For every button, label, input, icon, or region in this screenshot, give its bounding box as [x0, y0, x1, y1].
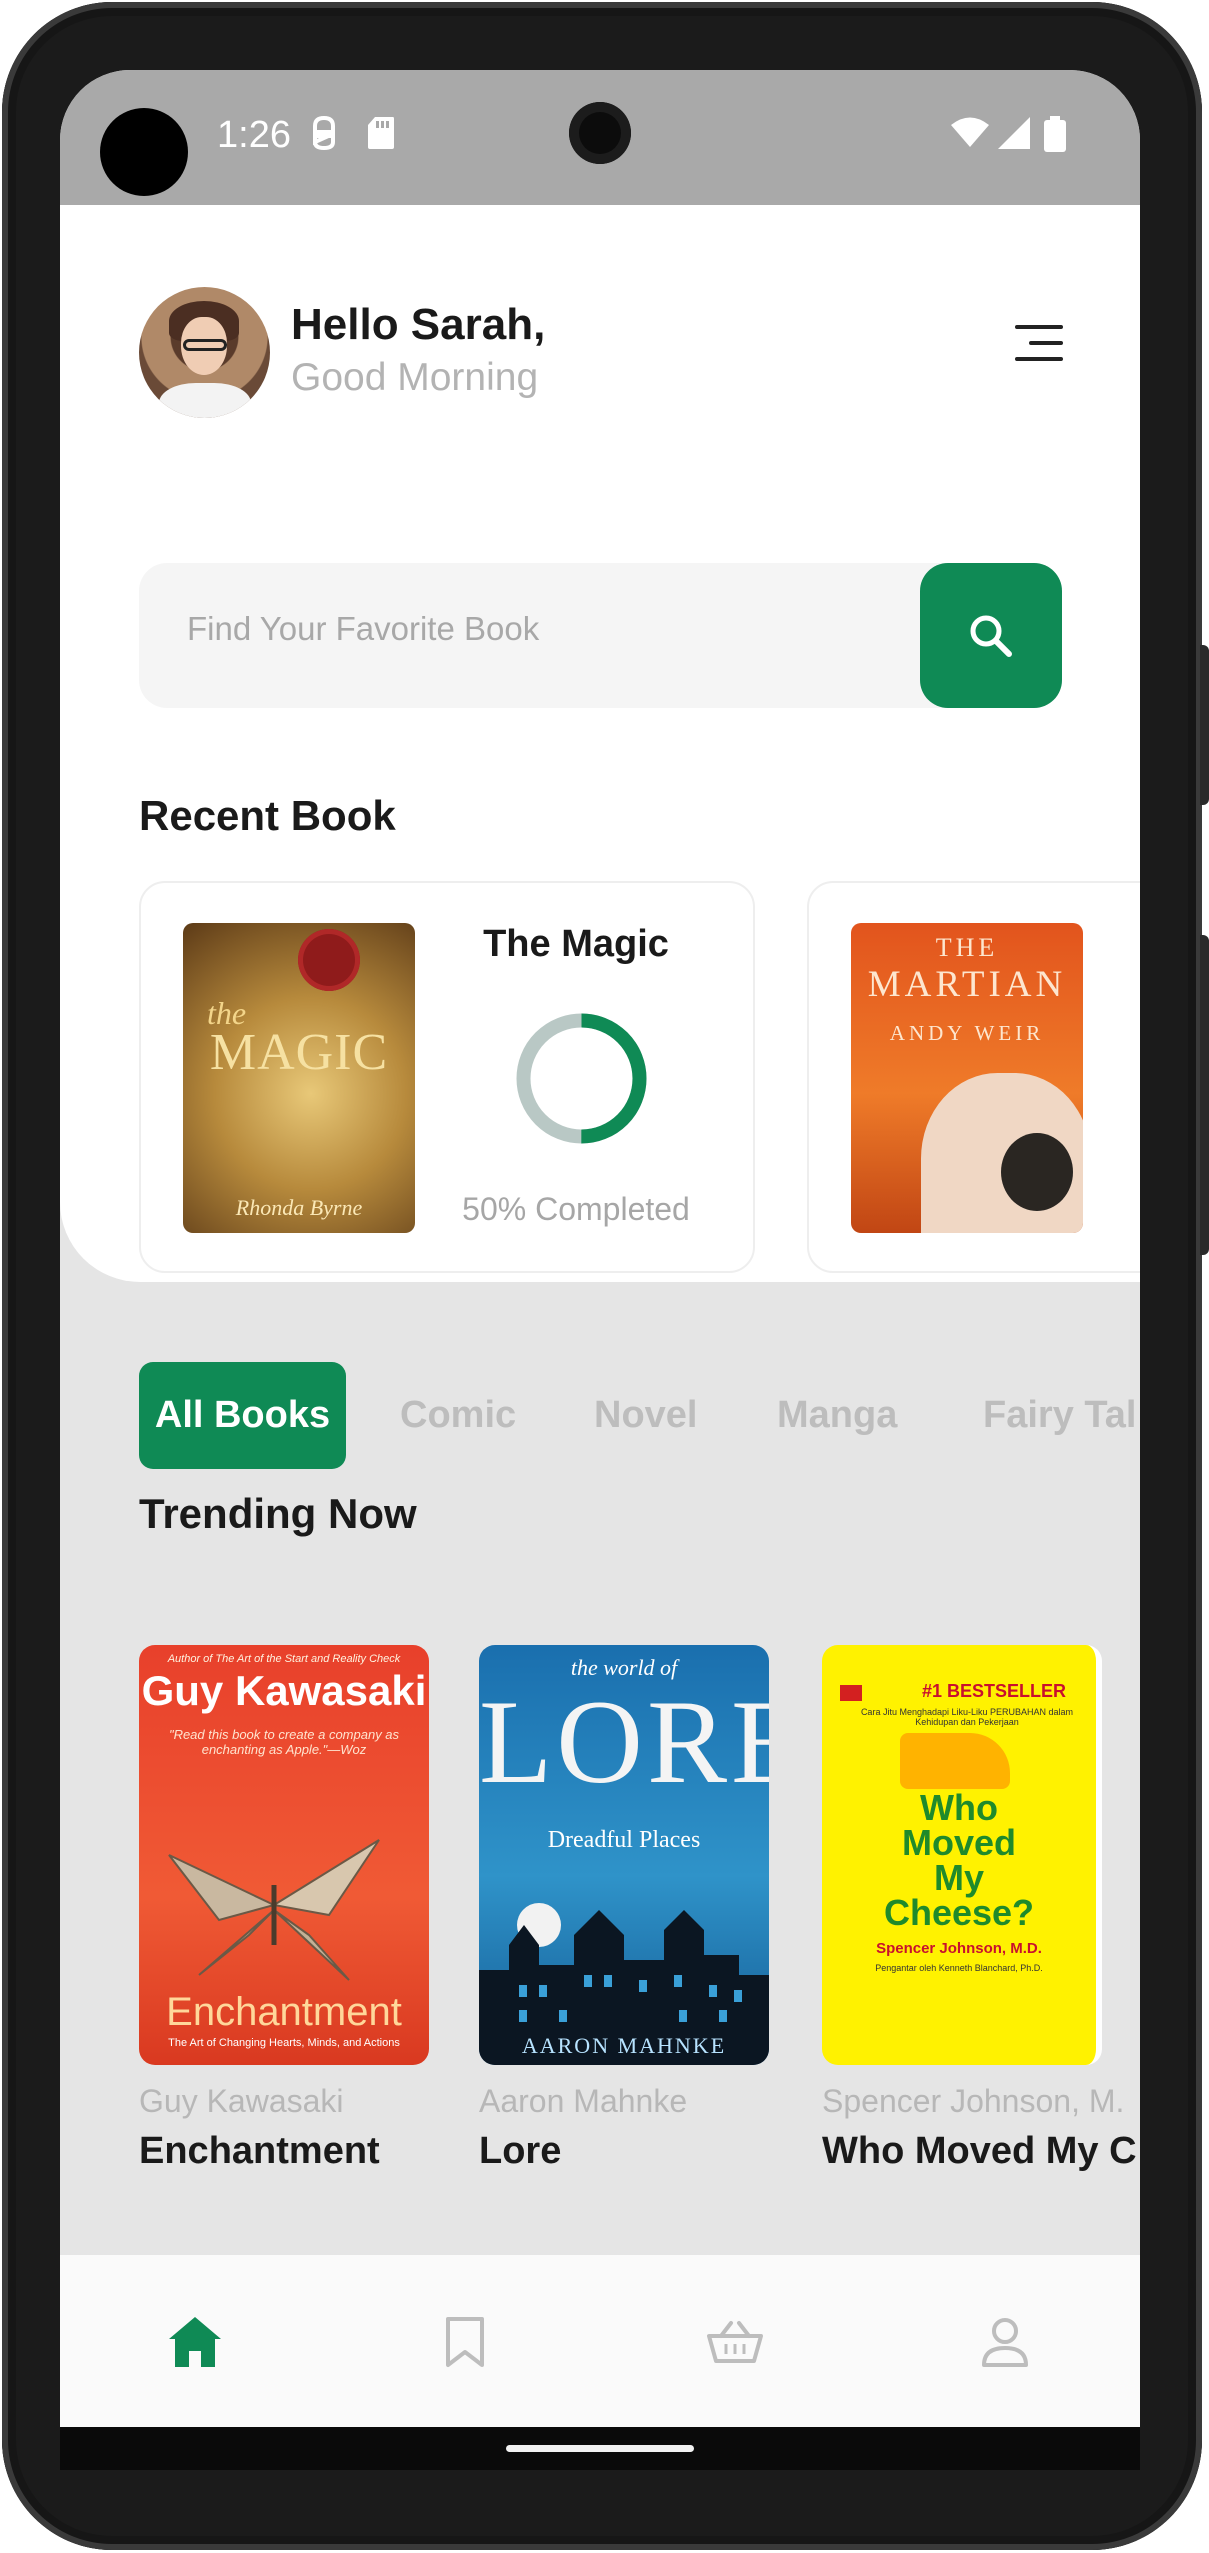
- book-cover-who-moved-my-cheese[interactable]: #1 BESTSELLER Cara Jitu Menghadapi Liku-…: [822, 1645, 1102, 2065]
- front-camera: [569, 102, 631, 164]
- cover-title-line: Who: [920, 1787, 998, 1828]
- greeting-subtitle: Good Morning: [291, 356, 539, 399]
- trending-book-title[interactable]: Enchantment: [139, 2130, 380, 2173]
- butterfly-icon: [168, 1839, 380, 1981]
- header-card: Hello Sarah, Good Morning Recent Book: [60, 205, 1140, 1282]
- cover-title-line: My: [933, 1857, 984, 1898]
- power-button: [1200, 645, 1209, 805]
- home-icon: [169, 2317, 221, 2367]
- nav-home[interactable]: [160, 2307, 230, 2377]
- sd-card-icon: [368, 117, 394, 149]
- basket-icon: [707, 2321, 763, 2363]
- cover-text-title: Enchantment: [166, 1990, 402, 2034]
- status-time: 1:26: [217, 114, 291, 156]
- book-cover-the-magic: the MAGIC Rhonda Byrne: [183, 923, 415, 1233]
- cover-text-line1: THE: [935, 933, 999, 962]
- recent-book-card[interactable]: the MAGIC Rhonda Byrne The Magic 50% Com…: [139, 881, 755, 1273]
- camera-overlay: [100, 108, 188, 196]
- recent-book-progress: 50% Completed: [462, 1191, 690, 1227]
- nav-profile[interactable]: [970, 2307, 1040, 2377]
- signal-icon: [998, 117, 1030, 149]
- nav-basket[interactable]: [700, 2307, 770, 2377]
- avatar-glasses: [183, 339, 227, 351]
- trending-book-author: Aaron Mahnke: [479, 2083, 688, 2119]
- avatar-shirt: [159, 383, 251, 418]
- cover-text-quote: "Read this book to create a company as e…: [168, 1727, 400, 1757]
- search-icon: [970, 615, 1012, 657]
- cover-text-title: Who Moved My Cheese?: [822, 1787, 1096, 1933]
- volume-button: [1200, 935, 1209, 1255]
- cover-title-line: Cheese?: [883, 1892, 1035, 1933]
- greeting-title: Hello Sarah,: [291, 300, 546, 349]
- bottom-nav: [60, 2255, 1140, 2427]
- cover-text-author: Spencer Johnson, M.D.: [876, 1940, 1042, 1957]
- book-cover-lore[interactable]: the world of LORE Dreadful Places AARON …: [479, 1645, 769, 2065]
- category-manga[interactable]: Manga: [777, 1362, 897, 1469]
- cover-text-author: Rhonda Byrne: [235, 1195, 363, 1220]
- cover-text-name: Guy Kawasaki: [141, 1667, 427, 1714]
- cheese-icon: [900, 1733, 1010, 1789]
- category-fairy-tale[interactable]: Fairy Tal: [983, 1362, 1136, 1469]
- avatar[interactable]: [139, 287, 270, 418]
- notification-icon: [313, 116, 335, 150]
- cover-title-line: Moved: [901, 1822, 1016, 1863]
- recent-books-title: Recent Book: [139, 792, 396, 839]
- cover-text-subtitle: Dreadful Places: [547, 1827, 701, 1853]
- trending-book-title[interactable]: Who Moved My C: [822, 2130, 1137, 2173]
- trending-book-title[interactable]: Lore: [479, 2130, 561, 2173]
- astronaut-visor: [1001, 1133, 1073, 1211]
- app-screen: 1:26 Hello Sarah, Good Morning Find Your…: [60, 70, 1140, 2470]
- cover-text-line3: ANDY WEIR: [889, 1021, 1045, 1045]
- recent-book-title: The Magic: [483, 923, 669, 965]
- cover-text-author: AARON MAHNKE: [521, 2033, 727, 2058]
- seal-icon: [298, 929, 360, 991]
- cover-text-line2: MARTIAN: [867, 964, 1067, 1005]
- search-input[interactable]: [187, 610, 887, 648]
- bookmark-icon: [446, 2317, 484, 2367]
- gesture-area: [60, 2427, 1140, 2470]
- cover-text-footer: Pengantar oleh Kenneth Blanchard, Ph.D.: [875, 1963, 1043, 1973]
- category-comic[interactable]: Comic: [400, 1362, 516, 1469]
- phone-frame: 1:26 Hello Sarah, Good Morning Find Your…: [0, 0, 1209, 2553]
- book-cover-the-martian: THE MARTIAN ANDY WEIR: [851, 923, 1083, 1233]
- nav-bookmark[interactable]: [430, 2307, 500, 2377]
- wifi-icon: [951, 117, 989, 147]
- profile-icon: [982, 2318, 1028, 2367]
- cover-text-title: LORE: [479, 1675, 769, 1808]
- cover-text-subtitle: The Art of Changing Hearts, Minds, and A…: [168, 2037, 400, 2049]
- cover-text-title: MAGIC: [209, 1024, 389, 1081]
- cover-text-badge: #1 BESTSELLER: [922, 1681, 1067, 1701]
- category-novel[interactable]: Novel: [594, 1362, 697, 1469]
- cover-text-tagline: Cara Jitu Menghadapi Liku-Liku PERUBAHAN…: [860, 1707, 1074, 1727]
- recent-book-card[interactable]: THE MARTIAN ANDY WEIR 5: [807, 881, 1140, 1273]
- menu-icon[interactable]: [1015, 323, 1063, 363]
- search-button[interactable]: [920, 563, 1062, 708]
- cover-text-top: Author of The Art of the Start and Reali…: [167, 1653, 401, 1665]
- book-cover-enchantment[interactable]: Author of The Art of the Start and Reali…: [139, 1645, 429, 2065]
- status-bar: 1:26: [60, 70, 1140, 205]
- trending-title: Trending Now: [139, 1490, 417, 1537]
- battery-icon: [1044, 116, 1066, 152]
- trending-book-author: Guy Kawasaki: [139, 2083, 344, 2119]
- category-all-books[interactable]: All Books: [139, 1362, 346, 1469]
- publisher-logo: [840, 1685, 862, 1701]
- home-gesture-bar[interactable]: [506, 2445, 694, 2452]
- trending-book-author: Spencer Johnson, M.: [822, 2083, 1125, 2119]
- progress-ring: [516, 1013, 647, 1144]
